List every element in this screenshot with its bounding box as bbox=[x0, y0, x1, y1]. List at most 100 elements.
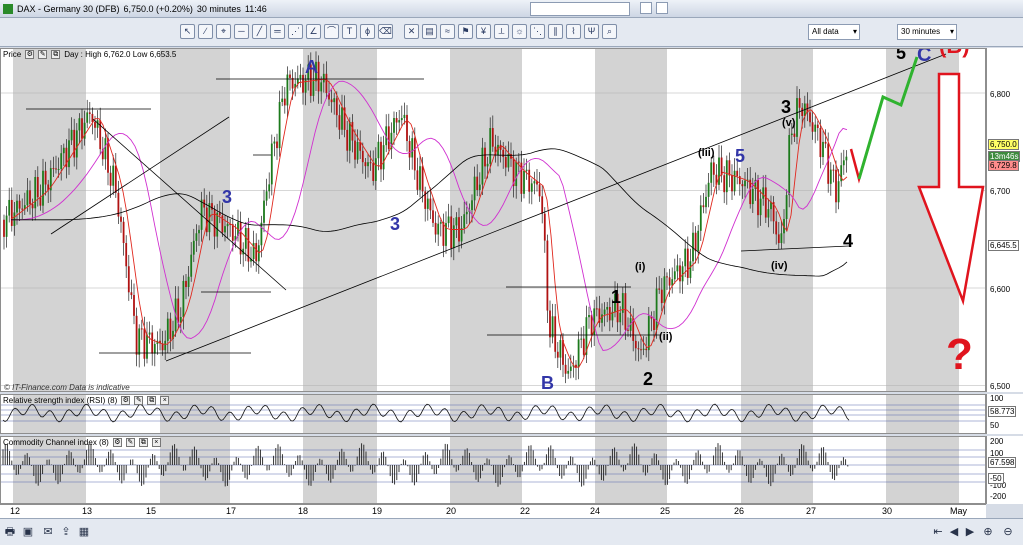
price-bar bbox=[91, 113, 94, 122]
price-bar bbox=[744, 180, 746, 187]
rsi-pane[interactable]: Relative strength index (RSI) (8) ⚙ ✎ ⧉ … bbox=[0, 394, 986, 434]
copy-icon[interactable]: ⧉ bbox=[147, 396, 157, 405]
price-bar bbox=[559, 340, 562, 358]
ruler-icon[interactable]: ⟂ bbox=[494, 24, 509, 39]
copy-icon[interactable]: ⧉ bbox=[51, 50, 61, 59]
minimize-button[interactable] bbox=[640, 2, 652, 14]
scroll-left-icon[interactable]: ◀ bbox=[946, 524, 962, 540]
price-bar bbox=[790, 133, 793, 136]
price-bar bbox=[325, 73, 328, 93]
settings-icon[interactable]: ⚙ bbox=[121, 396, 131, 405]
zoom-icon[interactable]: ⌕ bbox=[602, 24, 617, 39]
trade-icon[interactable]: ¥ bbox=[476, 24, 491, 39]
price-bar bbox=[837, 181, 840, 203]
zoom-in-icon[interactable]: ⊕ bbox=[980, 524, 996, 540]
price-pane-label: Price bbox=[3, 50, 22, 59]
channel-icon[interactable]: ∥ bbox=[548, 24, 563, 39]
sun-icon[interactable]: ☼ bbox=[512, 24, 527, 39]
price-bar bbox=[341, 107, 343, 130]
price-bar bbox=[645, 348, 648, 351]
edit-icon[interactable]: ✎ bbox=[38, 50, 48, 59]
fib-fan-icon[interactable]: ⋱ bbox=[530, 24, 545, 39]
price-tick: 6,800 bbox=[990, 90, 1011, 99]
settings-icon[interactable]: ⚙ bbox=[112, 438, 122, 447]
scroll-start-icon[interactable]: ⇤ bbox=[930, 524, 946, 540]
save-icon[interactable]: ▣ bbox=[20, 524, 36, 540]
price-bar bbox=[278, 101, 281, 149]
price-bar bbox=[312, 81, 315, 96]
cci-chart[interactable] bbox=[1, 437, 986, 504]
close-icon[interactable]: × bbox=[151, 438, 161, 447]
price-bar bbox=[408, 141, 411, 158]
price-pane[interactable]: A B C (B)? 3 3 5 3 5 1 2 4 (i) (ii) (iii) (iv) (v) Price… bbox=[0, 48, 986, 392]
settings-icon[interactable]: ⚙ bbox=[25, 50, 35, 59]
price-bar bbox=[270, 143, 273, 185]
edit-icon[interactable]: ✎ bbox=[134, 396, 144, 405]
price-bar bbox=[525, 169, 528, 171]
export-icon[interactable]: ⇪ bbox=[58, 524, 74, 540]
clear-icon[interactable]: ✕ bbox=[404, 24, 419, 39]
print-icon[interactable]: 🖶 bbox=[2, 524, 18, 540]
grid-icon[interactable]: ▦ bbox=[76, 524, 92, 540]
price-bar bbox=[273, 141, 276, 144]
price-bar bbox=[382, 145, 385, 170]
price-bar bbox=[624, 293, 627, 330]
close-icon[interactable]: × bbox=[160, 396, 170, 405]
price-bar bbox=[151, 332, 154, 354]
pitchfork-icon[interactable]: Ψ bbox=[584, 24, 599, 39]
alerts-icon[interactable]: ⚑ bbox=[458, 24, 473, 39]
day-band bbox=[13, 49, 86, 391]
price-bar bbox=[374, 158, 377, 181]
parallel-line-icon[interactable]: ═ bbox=[270, 24, 285, 39]
price-bar bbox=[187, 276, 190, 288]
price-bar bbox=[338, 115, 341, 130]
scroll-right-icon[interactable]: ▶ bbox=[962, 524, 978, 540]
data-range-select[interactable]: All data bbox=[808, 24, 860, 40]
price-bar bbox=[346, 129, 349, 151]
price-bar bbox=[486, 163, 489, 167]
cci-pane[interactable]: Commodity Channel index (8) ⚙ ✎ ⧉ × bbox=[0, 436, 986, 504]
price-bar bbox=[723, 175, 726, 193]
edit-icon[interactable]: ✎ bbox=[125, 438, 135, 447]
trend-line-icon[interactable]: ╱ bbox=[252, 24, 267, 39]
magnet-icon[interactable]: ⌖ bbox=[216, 24, 231, 39]
price-chart[interactable]: A B C (B)? 3 3 5 3 5 1 2 4 (i) (ii) (iii) (iv) (v) bbox=[1, 49, 986, 392]
cci-pane-header: Commodity Channel index (8) ⚙ ✎ ⧉ × bbox=[3, 438, 161, 447]
price-bar bbox=[798, 98, 801, 108]
template-icon[interactable]: ▤ bbox=[422, 24, 437, 39]
time-tick: 15 bbox=[146, 506, 157, 516]
price-bar bbox=[655, 288, 658, 331]
fan-icon[interactable]: ⋰ bbox=[288, 24, 303, 39]
price-bar bbox=[517, 161, 520, 163]
delete-icon[interactable]: ⌫ bbox=[378, 24, 393, 39]
close-button[interactable] bbox=[656, 2, 668, 14]
email-icon[interactable]: ✉ bbox=[40, 524, 56, 540]
zigzag-icon[interactable]: ⌇ bbox=[566, 24, 581, 39]
price-bar bbox=[538, 184, 541, 197]
price-bar bbox=[395, 118, 398, 123]
text-tool-icon[interactable]: T bbox=[342, 24, 357, 39]
price-bar bbox=[351, 121, 354, 141]
price-bar bbox=[689, 261, 692, 278]
horizontal-line-icon[interactable]: ─ bbox=[234, 24, 249, 39]
price-bar bbox=[39, 197, 42, 206]
draw-line-icon[interactable]: ∕ bbox=[198, 24, 213, 39]
price-axis[interactable]: 6,800 6,700 6,600 6,500 bbox=[986, 48, 1023, 392]
price-bar bbox=[718, 157, 720, 185]
price-bar bbox=[465, 211, 468, 215]
angle-icon[interactable]: ∠ bbox=[306, 24, 321, 39]
arc-icon[interactable]: ⌒ bbox=[324, 24, 339, 39]
price-bar bbox=[816, 124, 819, 128]
copy-icon[interactable]: ⧉ bbox=[138, 438, 148, 447]
price-bar bbox=[195, 233, 198, 241]
indicators-icon[interactable]: ≈ bbox=[440, 24, 455, 39]
interval-select[interactable]: 30 minutes bbox=[897, 24, 957, 40]
cursor-icon[interactable]: ↖ bbox=[180, 24, 195, 39]
price-bar bbox=[686, 248, 689, 278]
zoom-out-icon[interactable]: ⊖ bbox=[1000, 524, 1016, 540]
fibonacci-icon[interactable]: ϕ bbox=[360, 24, 375, 39]
title-search-box[interactable] bbox=[530, 2, 630, 16]
time-axis[interactable]: 12 13 15 17 18 19 20 22 24 25 26 27 30 May bbox=[0, 504, 986, 518]
last-price-text: 6,750.0 (+0.20%) bbox=[123, 3, 193, 14]
cci-ref-tag: -50 bbox=[988, 473, 1004, 484]
